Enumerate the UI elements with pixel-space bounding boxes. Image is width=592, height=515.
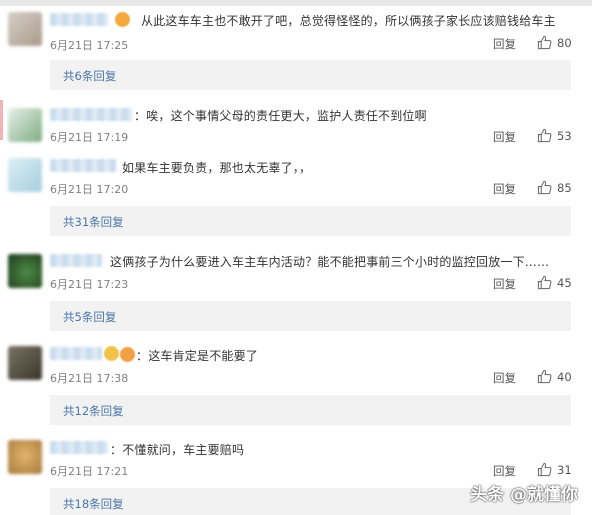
thumbs-up-icon bbox=[537, 128, 552, 143]
reply-button[interactable]: 回复 bbox=[493, 181, 516, 197]
like-count: 85 bbox=[557, 180, 572, 195]
reply-button[interactable]: 回复 bbox=[493, 276, 516, 292]
like-button[interactable]: 80 bbox=[537, 35, 572, 50]
comment-time: 6月21日 17:38 bbox=[50, 372, 129, 385]
username[interactable] bbox=[50, 254, 102, 267]
emoji-icon bbox=[120, 347, 135, 362]
comment-text: 这俩孩子为什么要进入车主车内活动？能不能把事前三个小时的监控回放一下…… bbox=[110, 255, 550, 269]
like-count: 53 bbox=[557, 128, 572, 143]
avatar[interactable] bbox=[8, 346, 42, 380]
avatar[interactable] bbox=[8, 440, 42, 474]
thumbs-up-icon bbox=[537, 369, 552, 384]
replies-bar: 共6条回复 bbox=[50, 60, 571, 90]
username[interactable] bbox=[50, 108, 132, 121]
comment-time: 6月21日 17:23 bbox=[50, 278, 129, 291]
view-replies-link[interactable]: 共18条回复 bbox=[63, 496, 124, 512]
replies-bar: 共31条回复 bbox=[50, 206, 571, 236]
username[interactable] bbox=[50, 441, 108, 454]
avatar[interactable] bbox=[8, 158, 42, 192]
thumbs-up-icon bbox=[537, 462, 552, 477]
avatar[interactable] bbox=[8, 108, 42, 142]
like-count: 45 bbox=[557, 275, 572, 290]
avatar[interactable] bbox=[8, 254, 42, 288]
like-button[interactable]: 45 bbox=[537, 275, 572, 290]
comment-text: 从此这车车主也不敢开了吧，总觉得怪怪的，所以俩孩子家长应该赔钱给车主 bbox=[141, 14, 556, 28]
like-button[interactable]: 40 bbox=[537, 369, 572, 384]
watermark: 头条 @就懂你 bbox=[470, 485, 578, 505]
thumbs-up-icon bbox=[537, 275, 552, 290]
like-button[interactable]: 31 bbox=[537, 462, 572, 477]
avatar[interactable] bbox=[8, 12, 42, 46]
username[interactable] bbox=[50, 347, 102, 360]
like-count: 40 bbox=[557, 369, 572, 384]
reply-button[interactable]: 回复 bbox=[493, 463, 516, 479]
view-replies-link[interactable]: 共12条回复 bbox=[63, 403, 124, 419]
comment-time: 6月21日 17:20 bbox=[50, 183, 129, 196]
username[interactable] bbox=[50, 13, 108, 26]
like-count: 31 bbox=[557, 462, 572, 477]
comment-time: 6月21日 17:19 bbox=[50, 131, 129, 144]
replies-bar: 共12条回复 bbox=[50, 395, 571, 425]
view-replies-link[interactable]: 共5条回复 bbox=[63, 309, 116, 325]
reply-button[interactable]: 回复 bbox=[493, 36, 516, 52]
comment-text: ：这车肯定是不能要了 bbox=[136, 349, 259, 363]
view-replies-link[interactable]: 共31条回复 bbox=[63, 214, 124, 230]
like-count: 80 bbox=[557, 35, 572, 50]
comment-text: ：不懂就问，车主要赔吗 bbox=[110, 443, 245, 457]
comment-text: 如果车主要负责，那也太无辜了，， bbox=[122, 161, 312, 175]
replies-bar: 共5条回复 bbox=[50, 301, 571, 331]
comment-text: ：唉，这个事情父母的责任更大，监护人责任不到位啊 bbox=[134, 109, 427, 123]
thumbs-up-icon bbox=[537, 35, 552, 50]
username[interactable] bbox=[50, 159, 116, 172]
thumbs-up-icon bbox=[537, 180, 552, 195]
reply-button[interactable]: 回复 bbox=[493, 370, 516, 386]
view-replies-link[interactable]: 共6条回复 bbox=[63, 68, 116, 84]
comment-time: 6月21日 17:25 bbox=[50, 39, 129, 52]
emoji-icon bbox=[115, 12, 130, 27]
like-button[interactable]: 85 bbox=[537, 180, 572, 195]
like-button[interactable]: 53 bbox=[537, 128, 572, 143]
left-edge-marker bbox=[0, 100, 3, 140]
previous-comment-edge bbox=[0, 0, 592, 6]
comment-time: 6月21日 17:21 bbox=[50, 465, 129, 478]
reply-button[interactable]: 回复 bbox=[493, 129, 516, 145]
emoji-icon bbox=[104, 346, 119, 361]
